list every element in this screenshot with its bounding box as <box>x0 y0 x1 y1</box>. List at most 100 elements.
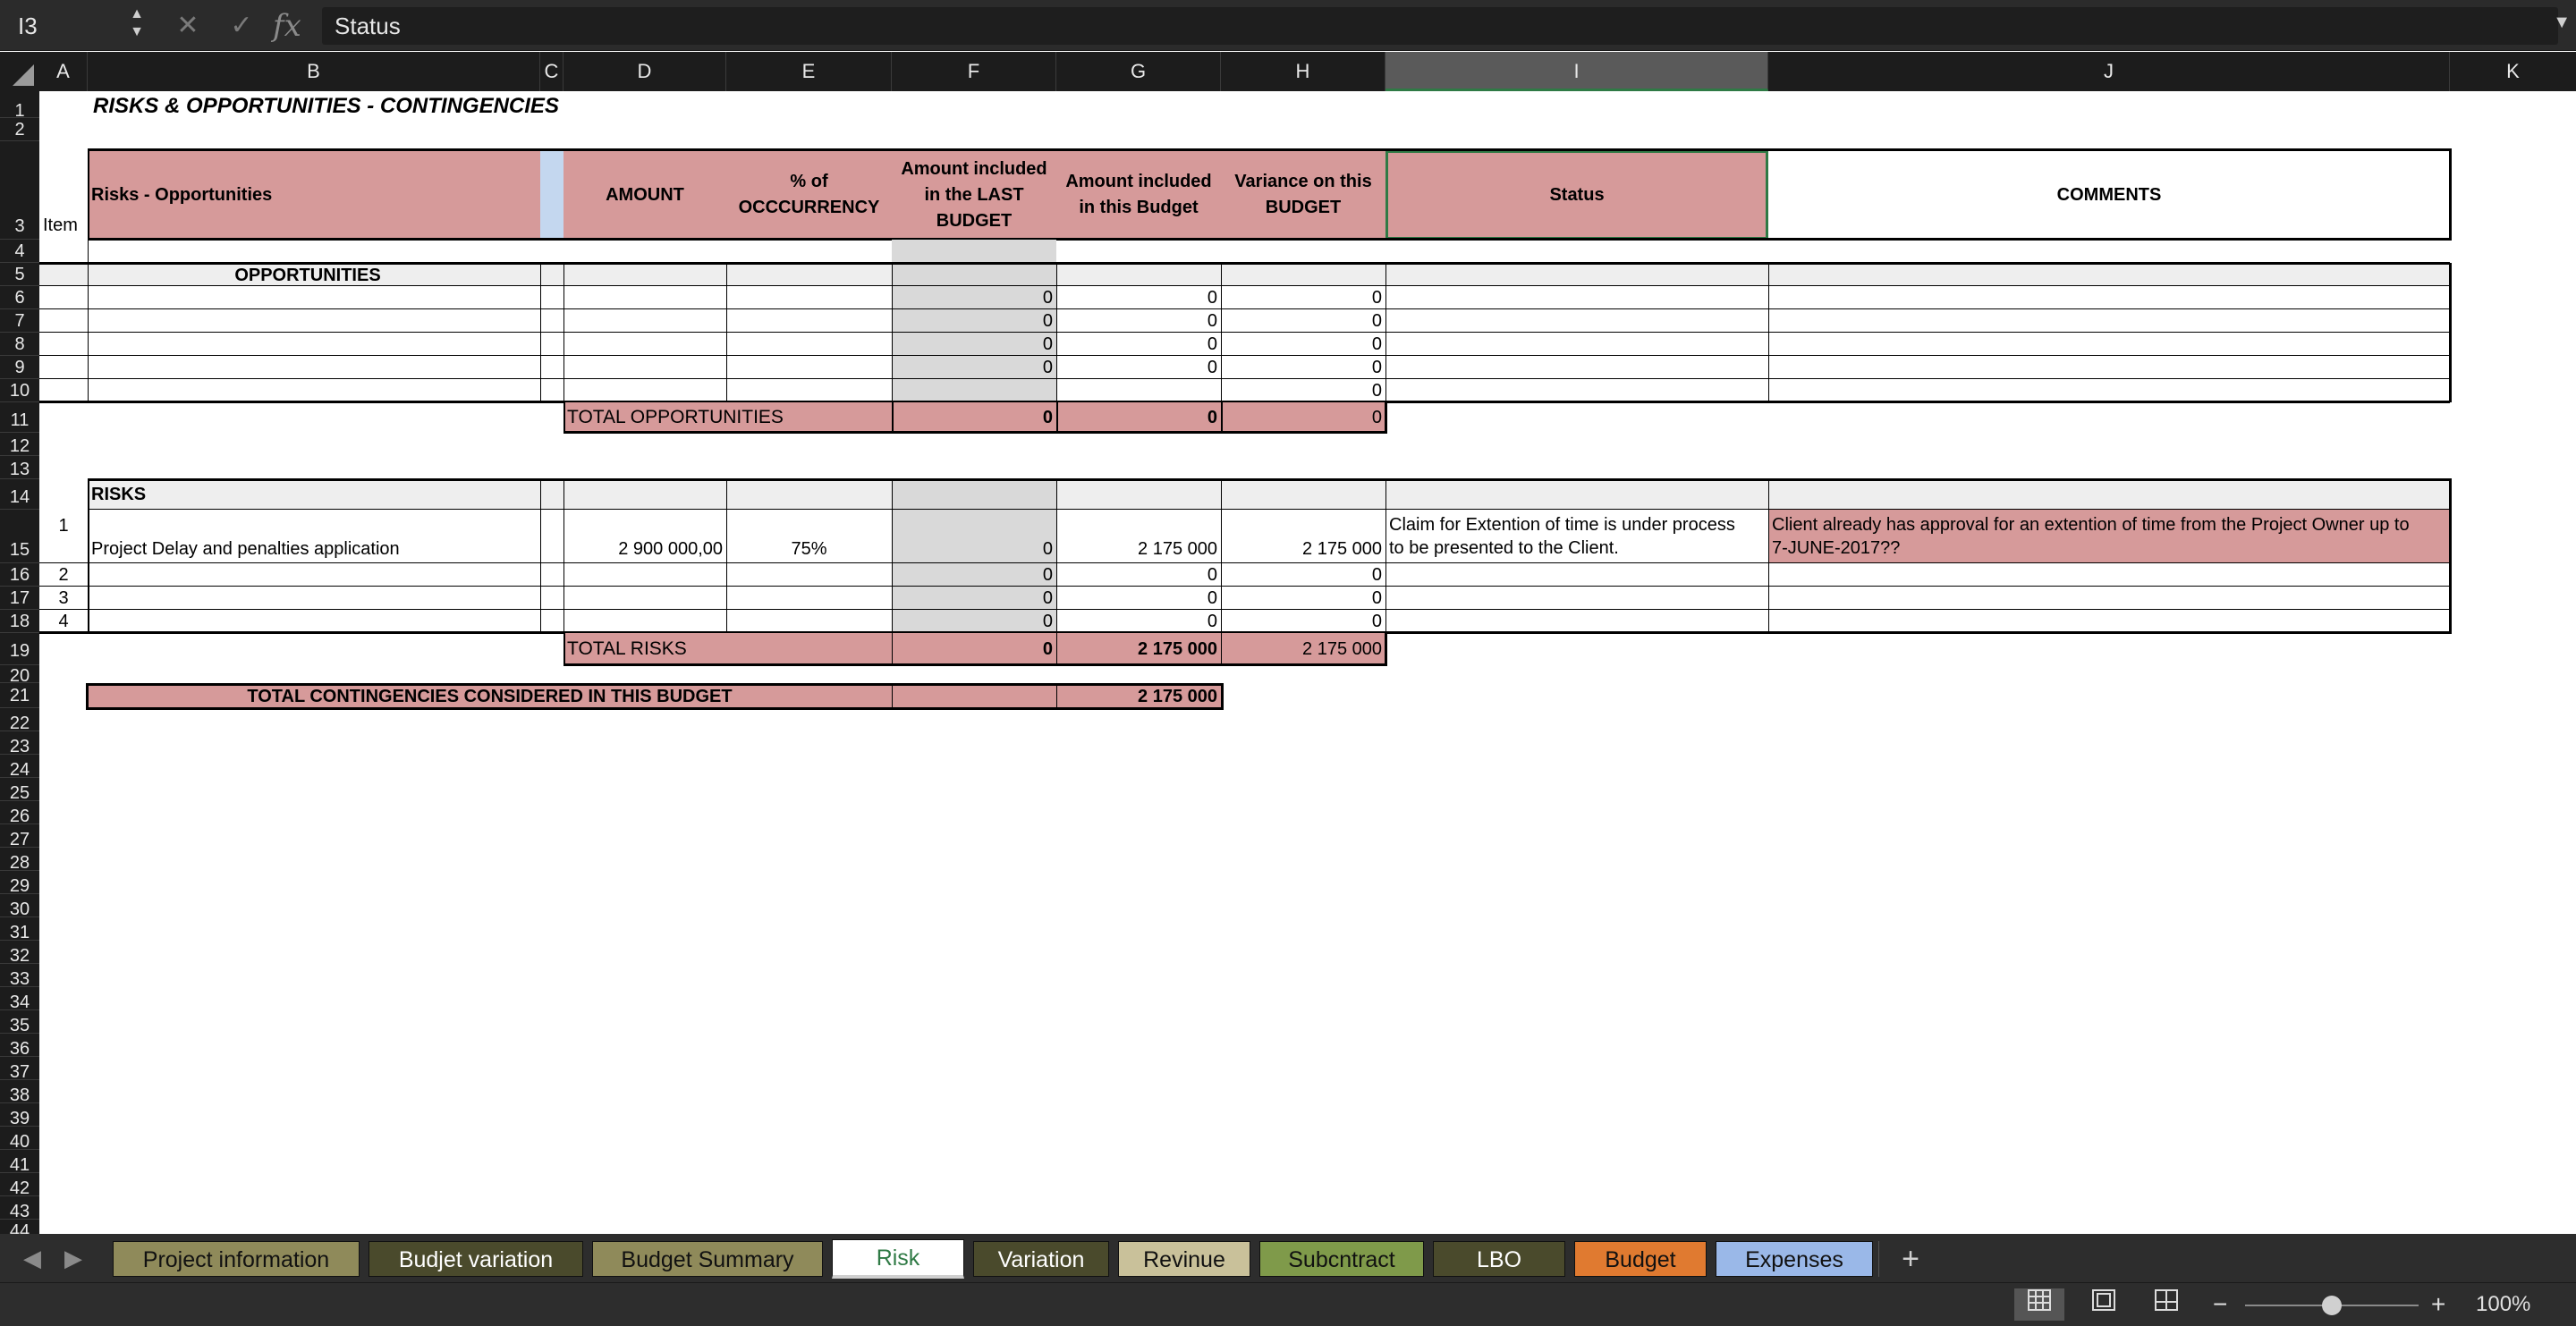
risk2-item[interactable]: 2 <box>39 563 88 587</box>
opp-row9-h[interactable]: 0 <box>1221 356 1385 379</box>
row-header-41[interactable]: 41 <box>0 1150 39 1175</box>
risk4-h[interactable]: 0 <box>1221 610 1385 633</box>
row-header-9[interactable]: 9 <box>0 356 39 379</box>
opp-row8-g[interactable]: 0 <box>1056 333 1221 356</box>
row-header-26[interactable]: 26 <box>0 801 39 826</box>
header-variance[interactable]: Variance on this BUDGET <box>1221 150 1385 240</box>
function-icon[interactable]: fx <box>273 4 301 48</box>
header-amount[interactable]: AMOUNT <box>564 150 726 240</box>
row-header-35[interactable]: 35 <box>0 1010 39 1035</box>
row-header-10[interactable]: 10 <box>0 379 39 402</box>
row-header-12[interactable]: 12 <box>0 433 39 456</box>
risk2-f[interactable]: 0 <box>892 563 1056 587</box>
formula-input[interactable]: Status <box>322 7 2558 45</box>
risk1-item[interactable]: 1 <box>39 510 88 536</box>
risk2-h[interactable]: 0 <box>1221 563 1385 587</box>
opp-row10-f[interactable] <box>892 379 1056 402</box>
total-risks-f[interactable]: 0 <box>892 633 1056 665</box>
risk1-comment-line1[interactable]: Client already has approval for an exten… <box>1772 513 2450 536</box>
risk1-g[interactable]: 2 175 000 <box>1056 536 1221 562</box>
header-last-budget[interactable]: Amount included in the LAST BUDGET <box>892 150 1056 240</box>
col-header-g[interactable]: G <box>1056 52 1221 91</box>
tab-budjet-variation[interactable]: Budjet variation <box>369 1241 583 1277</box>
normal-view-icon[interactable] <box>2014 1288 2064 1321</box>
total-contingencies-g[interactable]: 2 175 000 <box>1056 685 1221 708</box>
col-header-k[interactable]: K <box>2450 52 2576 91</box>
row-header-1[interactable]: 1 <box>0 91 39 121</box>
row-header-27[interactable]: 27 <box>0 824 39 849</box>
row-header-15[interactable]: 15 <box>0 510 39 563</box>
tab-budget-summary[interactable]: Budget Summary <box>592 1241 823 1277</box>
opp-row7-h[interactable]: 0 <box>1221 309 1385 333</box>
row-header-7[interactable]: 7 <box>0 309 39 333</box>
col-header-a[interactable]: A <box>39 52 88 91</box>
page-break-view-icon[interactable] <box>2141 1288 2191 1321</box>
row-header-6[interactable]: 6 <box>0 286 39 309</box>
risk1-pct[interactable]: 75% <box>726 536 892 562</box>
header-status[interactable]: Status <box>1385 150 1768 240</box>
col-header-j[interactable]: J <box>1768 52 2450 91</box>
row-header-22[interactable]: 22 <box>0 708 39 733</box>
tab-revinue[interactable]: Revinue <box>1118 1241 1250 1277</box>
zoom-level[interactable]: 100% <box>2476 1283 2530 1326</box>
row-header-20[interactable]: 20 <box>0 665 39 686</box>
risk4-g[interactable]: 0 <box>1056 610 1221 633</box>
row-header-44[interactable]: 44 <box>0 1220 39 1234</box>
opp-row10-g[interactable] <box>1056 379 1221 402</box>
total-opportunities-f[interactable]: 0 <box>892 402 1056 433</box>
risk3-item[interactable]: 3 <box>39 587 88 610</box>
row-header-31[interactable]: 31 <box>0 917 39 942</box>
row-header-4[interactable]: 4 <box>0 240 39 263</box>
row-header-23[interactable]: 23 <box>0 731 39 756</box>
opp-row10-h[interactable]: 0 <box>1221 379 1385 402</box>
risk1-amount[interactable]: 2 900 000,00 <box>564 536 726 562</box>
page-layout-view-icon[interactable] <box>2079 1288 2129 1321</box>
row-header-13[interactable]: 13 <box>0 456 39 479</box>
total-risks-g[interactable]: 2 175 000 <box>1056 633 1221 665</box>
tab-expenses[interactable]: Expenses <box>1716 1241 1873 1277</box>
risk1-status-line1[interactable]: Claim for Extention of time is under pro… <box>1389 513 1768 536</box>
row-header-30[interactable]: 30 <box>0 894 39 919</box>
select-all-corner[interactable] <box>0 52 39 91</box>
header-this-budget[interactable]: Amount included in this Budget <box>1056 150 1221 240</box>
row-header-38[interactable]: 38 <box>0 1080 39 1105</box>
tab-scroll-left-icon[interactable]: ◀ <box>23 1234 41 1282</box>
confirm-icon[interactable]: ✓ <box>219 4 264 48</box>
row-header-28[interactable]: 28 <box>0 848 39 873</box>
row-header-16[interactable]: 16 <box>0 563 39 587</box>
row-header-17[interactable]: 17 <box>0 587 39 610</box>
header-comments[interactable]: COMMENTS <box>1768 150 2450 240</box>
col-header-d[interactable]: D <box>564 52 726 91</box>
tab-risk[interactable]: Risk <box>832 1239 964 1279</box>
header-c-cell[interactable] <box>540 150 564 240</box>
row-header-29[interactable]: 29 <box>0 871 39 896</box>
row4-f-cell[interactable] <box>892 240 1056 263</box>
risk1-status-line2[interactable]: to be presented to the Client. <box>1389 536 1768 560</box>
chevron-down-icon[interactable]: ▼ <box>2553 13 2571 33</box>
row-header-39[interactable]: 39 <box>0 1103 39 1128</box>
row-header-37[interactable]: 37 <box>0 1057 39 1082</box>
opp-row6-f[interactable]: 0 <box>892 286 1056 309</box>
tab-lbo[interactable]: LBO <box>1433 1241 1565 1277</box>
col-header-i[interactable]: I <box>1385 52 1768 91</box>
tab-budget[interactable]: Budget <box>1574 1241 1707 1277</box>
row-header-2[interactable]: 2 <box>0 118 39 141</box>
header-item[interactable]: Item <box>39 141 88 240</box>
total-contingencies-f[interactable] <box>892 685 1056 708</box>
risk3-f[interactable]: 0 <box>892 587 1056 610</box>
row-header-21[interactable]: 21 <box>0 683 39 708</box>
spreadsheet-grid[interactable]: RISKS & OPPORTUNITIES - CONTINGENCIES It… <box>39 91 2576 1234</box>
row-header-43[interactable]: 43 <box>0 1196 39 1221</box>
total-risks-h[interactable]: 2 175 000 <box>1221 633 1385 665</box>
row-header-19[interactable]: 19 <box>0 633 39 665</box>
total-opportunities-g[interactable]: 0 <box>1056 402 1221 433</box>
total-contingencies-label[interactable]: TOTAL CONTINGENCIES CONSIDERED IN THIS B… <box>88 685 892 708</box>
zoom-in-icon[interactable]: + <box>2431 1283 2445 1326</box>
risk1-f[interactable]: 0 <box>892 536 1056 562</box>
opp-row6-g[interactable]: 0 <box>1056 286 1221 309</box>
row-header-32[interactable]: 32 <box>0 941 39 966</box>
row-header-24[interactable]: 24 <box>0 755 39 780</box>
zoom-out-icon[interactable]: − <box>2213 1283 2227 1326</box>
risk3-g[interactable]: 0 <box>1056 587 1221 610</box>
zoom-slider-handle[interactable] <box>2322 1296 2342 1315</box>
